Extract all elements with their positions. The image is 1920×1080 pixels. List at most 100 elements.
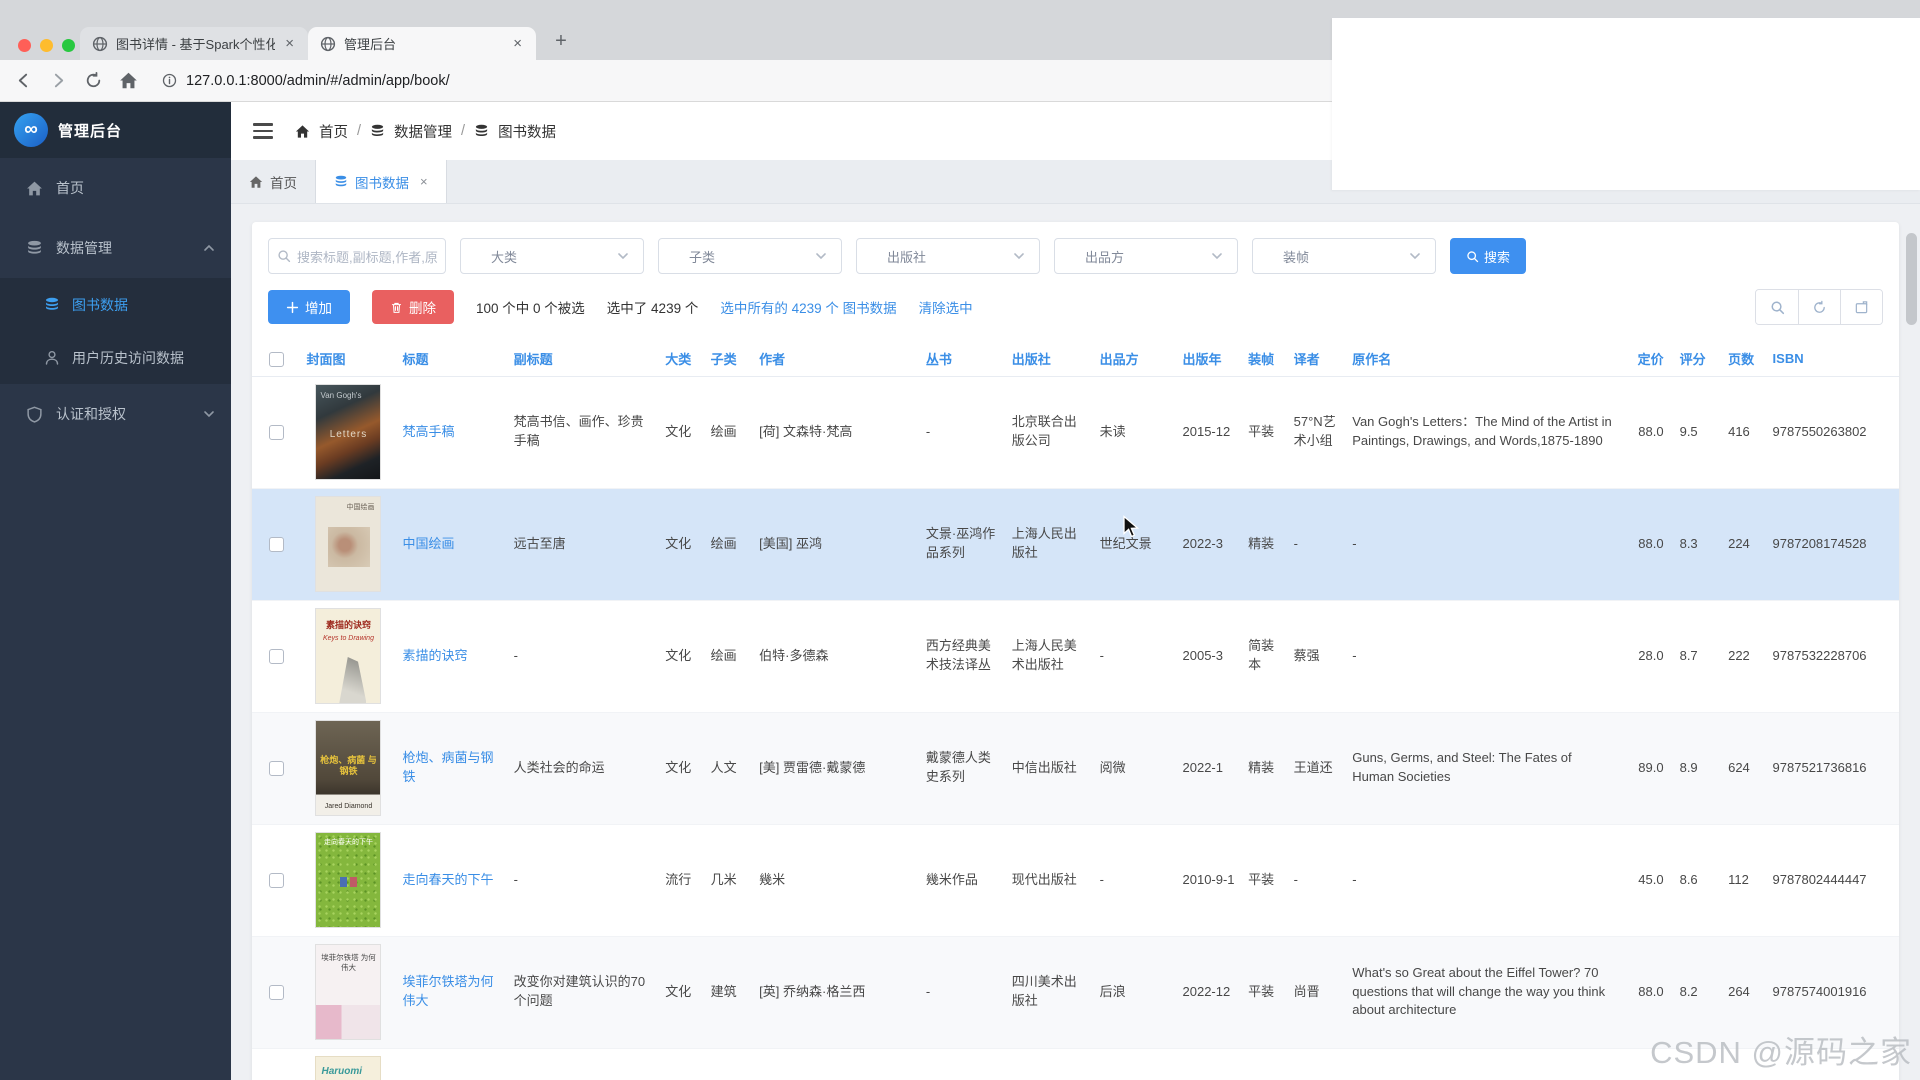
column-header-binding[interactable]: 装帧 — [1242, 342, 1287, 376]
cell-pages: 624 — [1722, 712, 1766, 824]
cell-publisher — [1006, 1048, 1094, 1080]
info-icon[interactable] — [162, 73, 177, 88]
filter-select-producer[interactable]: 出品方 — [1054, 238, 1238, 274]
column-header-subtitle[interactable]: 副标题 — [508, 342, 660, 376]
column-header-series[interactable]: 丛书 — [920, 342, 1006, 376]
close-icon[interactable]: × — [420, 174, 428, 189]
cell-publisher: 中信出版社 — [1006, 712, 1094, 824]
minimize-window-button[interactable] — [40, 39, 53, 52]
cell-binding — [1242, 1048, 1287, 1080]
column-header-producer[interactable]: 出品方 — [1094, 342, 1177, 376]
close-window-button[interactable] — [18, 39, 31, 52]
white-popup-overlay — [1332, 18, 1920, 190]
filter-select-publisher[interactable]: 出版社 — [856, 238, 1040, 274]
cell-category: 文化 — [659, 600, 704, 712]
filter-select-binding[interactable]: 装帧 — [1252, 238, 1436, 274]
filter-select-category[interactable]: 大类 — [460, 238, 644, 274]
page-tab-home[interactable]: 首页 — [231, 160, 316, 203]
column-header-publisher[interactable]: 出版社 — [1006, 342, 1094, 376]
breadcrumb-data-management[interactable]: 数据管理 — [394, 121, 452, 142]
column-header-title[interactable]: 标题 — [396, 342, 507, 376]
cell-series: 文景·巫鸿作品系列 — [920, 488, 1006, 600]
chevron-down-icon — [617, 250, 629, 262]
scrollbar-thumb[interactable] — [1906, 233, 1917, 325]
delete-button-label: 删除 — [409, 297, 436, 317]
home-icon[interactable] — [119, 71, 138, 90]
table-search-button[interactable] — [1756, 290, 1798, 324]
column-header-pages[interactable]: 页数 — [1722, 342, 1766, 376]
sidebar-item-data-management[interactable]: 数据管理 — [0, 218, 231, 278]
cell-producer: 后浪 — [1094, 936, 1177, 1048]
select-all-checkbox[interactable] — [269, 352, 284, 367]
sidebar-item-book-data[interactable]: 图书数据 — [0, 278, 231, 331]
breadcrumb: 首页 / 数据管理 / 图书数据 — [295, 121, 556, 142]
cell-pub_year: 2015-12 — [1177, 376, 1243, 488]
page-tab-book-data[interactable]: 图书数据 × — [316, 160, 447, 203]
row-checkbox[interactable] — [269, 649, 284, 664]
reload-icon[interactable] — [84, 71, 103, 90]
row-checkbox[interactable] — [269, 761, 284, 776]
book-title-link[interactable]: 中国绘画 — [402, 536, 454, 551]
column-header-price[interactable]: 定价 — [1621, 342, 1674, 376]
search-input[interactable]: 搜索标题,副标题,作者,原 — [268, 238, 446, 274]
column-header-category[interactable]: 大类 — [659, 342, 704, 376]
column-header-pub_year[interactable]: 出版年 — [1177, 342, 1243, 376]
page-tab-label: 首页 — [270, 172, 297, 192]
cell-binding: 精装 — [1242, 712, 1287, 824]
add-button[interactable]: 增加 — [268, 290, 350, 324]
table-export-button[interactable] — [1840, 290, 1882, 324]
back-icon[interactable] — [14, 71, 33, 90]
cell-subcategory — [705, 1048, 754, 1080]
column-header-rating[interactable]: 评分 — [1674, 342, 1723, 376]
sidebar-item-user-history[interactable]: 用户历史访问数据 — [0, 331, 231, 384]
book-title-link[interactable]: 梵高手稿 — [402, 424, 454, 439]
select-all-link[interactable]: 选中所有的 4239 个 图书数据 — [720, 297, 896, 317]
book-title-link[interactable]: 走向春天的下午 — [402, 872, 493, 887]
sidebar-item-label: 首页 — [56, 178, 84, 198]
cell-original_title — [1346, 1048, 1621, 1080]
cell-author: 伯特·多德森 — [753, 600, 920, 712]
row-checkbox[interactable] — [269, 425, 284, 440]
clear-selection-link[interactable]: 清除选中 — [919, 297, 973, 317]
delete-button[interactable]: 删除 — [372, 290, 454, 324]
window-controls[interactable] — [18, 39, 75, 52]
shield-icon — [26, 406, 43, 423]
cell-binding: 平装 — [1242, 376, 1287, 488]
book-title-link[interactable]: 埃菲尔铁塔为何伟大 — [402, 974, 493, 1008]
column-header-isbn[interactable]: ISBN — [1767, 342, 1899, 376]
sidebar-item-home[interactable]: 首页 — [0, 158, 231, 218]
row-checkbox[interactable] — [269, 873, 284, 888]
tab-close-icon[interactable]: × — [283, 36, 296, 51]
new-tab-button[interactable]: + — [546, 26, 576, 56]
book-title-link[interactable]: 素描的诀窍 — [402, 648, 467, 663]
column-header-original_title[interactable]: 原作名 — [1346, 342, 1621, 376]
tab-close-icon[interactable]: × — [511, 36, 524, 51]
table-refresh-button[interactable] — [1798, 290, 1840, 324]
maximize-window-button[interactable] — [62, 39, 75, 52]
home-icon — [295, 124, 310, 139]
select-label: 装帧 — [1283, 247, 1309, 266]
search-button[interactable]: 搜索 — [1450, 238, 1526, 274]
breadcrumb-book-data[interactable]: 图书数据 — [498, 121, 556, 142]
row-checkbox[interactable] — [269, 537, 284, 552]
breadcrumb-home[interactable]: 首页 — [319, 121, 348, 142]
book-title-link[interactable]: 枪炮、病菌与钢铁 — [402, 750, 493, 784]
export-icon — [1854, 300, 1869, 315]
browser-tab-book-detail[interactable]: 图书详情 - 基于Spark个性化书籍 × — [80, 27, 308, 60]
filter-select-subcategory[interactable]: 子类 — [658, 238, 842, 274]
cell-translator — [1288, 1048, 1347, 1080]
browser-tab-admin[interactable]: 管理后台 × — [308, 27, 536, 60]
column-header-author[interactable]: 作者 — [753, 342, 920, 376]
chevron-down-icon — [1211, 250, 1223, 262]
cell-series: 戴蒙德人类史系列 — [920, 712, 1006, 824]
hamburger-menu-icon[interactable] — [253, 123, 273, 139]
cell-pages: 222 — [1722, 600, 1766, 712]
cell-author: [英] 乔纳森·格兰西 — [753, 936, 920, 1048]
column-header-cover[interactable]: 封面图 — [301, 342, 397, 376]
row-checkbox[interactable] — [269, 985, 284, 1000]
search-placeholder: 搜索标题,副标题,作者,原 — [297, 247, 438, 266]
column-header-subcategory[interactable]: 子类 — [705, 342, 754, 376]
sidebar-item-auth[interactable]: 认证和授权 — [0, 384, 231, 444]
column-header-translator[interactable]: 译者 — [1288, 342, 1347, 376]
forward-icon[interactable] — [49, 71, 68, 90]
